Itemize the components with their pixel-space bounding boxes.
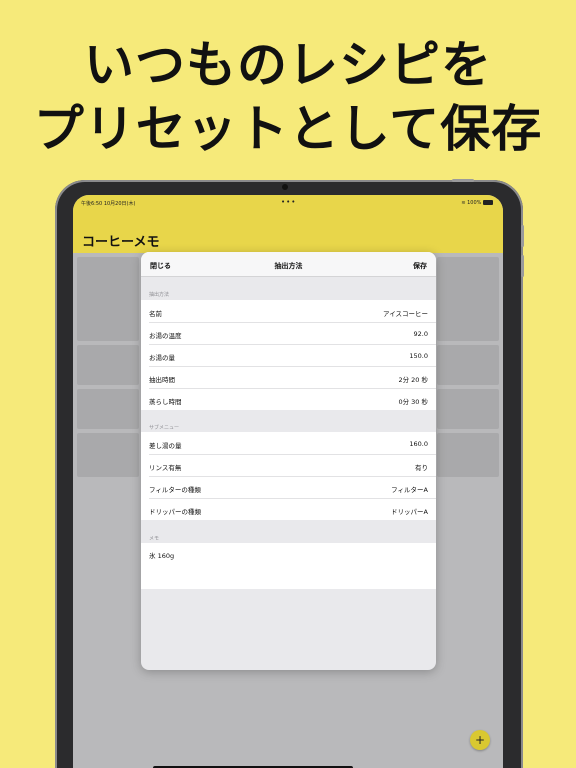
setting-value[interactable]: 150.0 [409, 352, 428, 360]
setting-label: ドリッパーの種類 [149, 508, 201, 516]
volume-button-2 [521, 255, 524, 277]
setting-label: フィルターの種類 [149, 486, 201, 494]
section-header-brew: 抽出方法 [149, 292, 170, 298]
background-list-item[interactable] [437, 433, 499, 477]
battery-percent: 100% [467, 200, 482, 206]
status-bar: 午後6:50 10月20日(木) ••• ≋ 100% [73, 195, 503, 211]
memo-text: 氷 160g [149, 552, 175, 560]
setting-label: リンス有無 [149, 464, 182, 472]
background-list-item[interactable] [77, 433, 139, 477]
promo-headline: いつものレシピを プリセットとして保存 [0, 34, 576, 160]
brew-method-sheet: 抽出方法 閉じる 保存 抽出方法 名前 アイスコーヒー お湯の温度 92.0 お… [141, 252, 436, 670]
background-list-item[interactable] [437, 345, 499, 385]
setting-value[interactable]: 有り [415, 462, 428, 472]
setting-value[interactable]: ドリッパーA [391, 506, 428, 516]
setting-value[interactable]: 160.0 [409, 440, 428, 448]
setting-label: お湯の量 [149, 354, 175, 362]
sheet-header: 抽出方法 閉じる 保存 [141, 252, 436, 277]
setting-label: お湯の温度 [149, 332, 182, 340]
setting-value[interactable]: 2分 20 秒 [398, 374, 428, 384]
setting-row-rinse[interactable]: リンス有無 有り [141, 454, 436, 476]
setting-row-filter-type[interactable]: フィルターの種類 フィルターA [141, 476, 436, 498]
background-list-item[interactable] [77, 389, 139, 429]
setting-row-bloom-time[interactable]: 蒸らし時間 0分 30 秒 [141, 388, 436, 410]
setting-label: 名前 [149, 310, 162, 318]
setting-value[interactable]: フィルターA [391, 484, 428, 494]
background-list-item[interactable] [437, 257, 499, 341]
save-button[interactable]: 保存 [413, 261, 427, 271]
power-button [452, 179, 474, 182]
background-list-item[interactable] [437, 389, 499, 429]
app-title: コーヒーメモ [82, 235, 160, 250]
setting-label: 差し湯の量 [149, 442, 182, 450]
section-header-submenu: サブメニュー [149, 425, 180, 431]
setting-label: 抽出時間 [149, 376, 175, 384]
submenu-group: 差し湯の量 160.0 リンス有無 有り フィルターの種類 フィルターA ドリッ… [141, 432, 436, 520]
setting-label: 蒸らし時間 [149, 398, 182, 406]
battery-icon [483, 200, 493, 205]
status-battery: ≋ 100% [461, 200, 493, 206]
status-time: 午後6:50 10月20日(木) [81, 201, 136, 207]
headline-line-2: プリセットとして保存 [33, 100, 543, 158]
background-list-item[interactable] [77, 257, 139, 341]
setting-row-dripper-type[interactable]: ドリッパーの種類 ドリッパーA [141, 498, 436, 520]
setting-value[interactable]: アイスコーヒー [383, 308, 428, 318]
camera-icon [282, 184, 288, 190]
nav-bar: コーヒーメモ [73, 211, 503, 253]
setting-row-name[interactable]: 名前 アイスコーヒー [141, 300, 436, 322]
setting-row-added-water[interactable]: 差し湯の量 160.0 [141, 432, 436, 454]
memo-textarea[interactable]: 氷 160g [141, 543, 436, 589]
section-header-memo: メモ [149, 536, 160, 542]
setting-value[interactable]: 92.0 [414, 330, 428, 338]
headline-line-1: いつものレシピを [84, 36, 492, 94]
close-button[interactable]: 閉じる [150, 261, 171, 271]
brew-settings-group: 名前 アイスコーヒー お湯の温度 92.0 お湯の量 150.0 抽出時間 2分… [141, 300, 436, 410]
sheet-title: 抽出方法 [274, 262, 303, 270]
setting-value[interactable]: 0分 30 秒 [398, 396, 428, 406]
setting-row-water-amount[interactable]: お湯の量 150.0 [141, 344, 436, 366]
setting-row-brew-time[interactable]: 抽出時間 2分 20 秒 [141, 366, 436, 388]
setting-row-water-temp[interactable]: お湯の温度 92.0 [141, 322, 436, 344]
multitask-dots-icon[interactable]: ••• [281, 198, 296, 206]
background-list-item[interactable] [77, 345, 139, 385]
volume-button [521, 225, 524, 247]
add-button[interactable]: + [470, 730, 490, 750]
